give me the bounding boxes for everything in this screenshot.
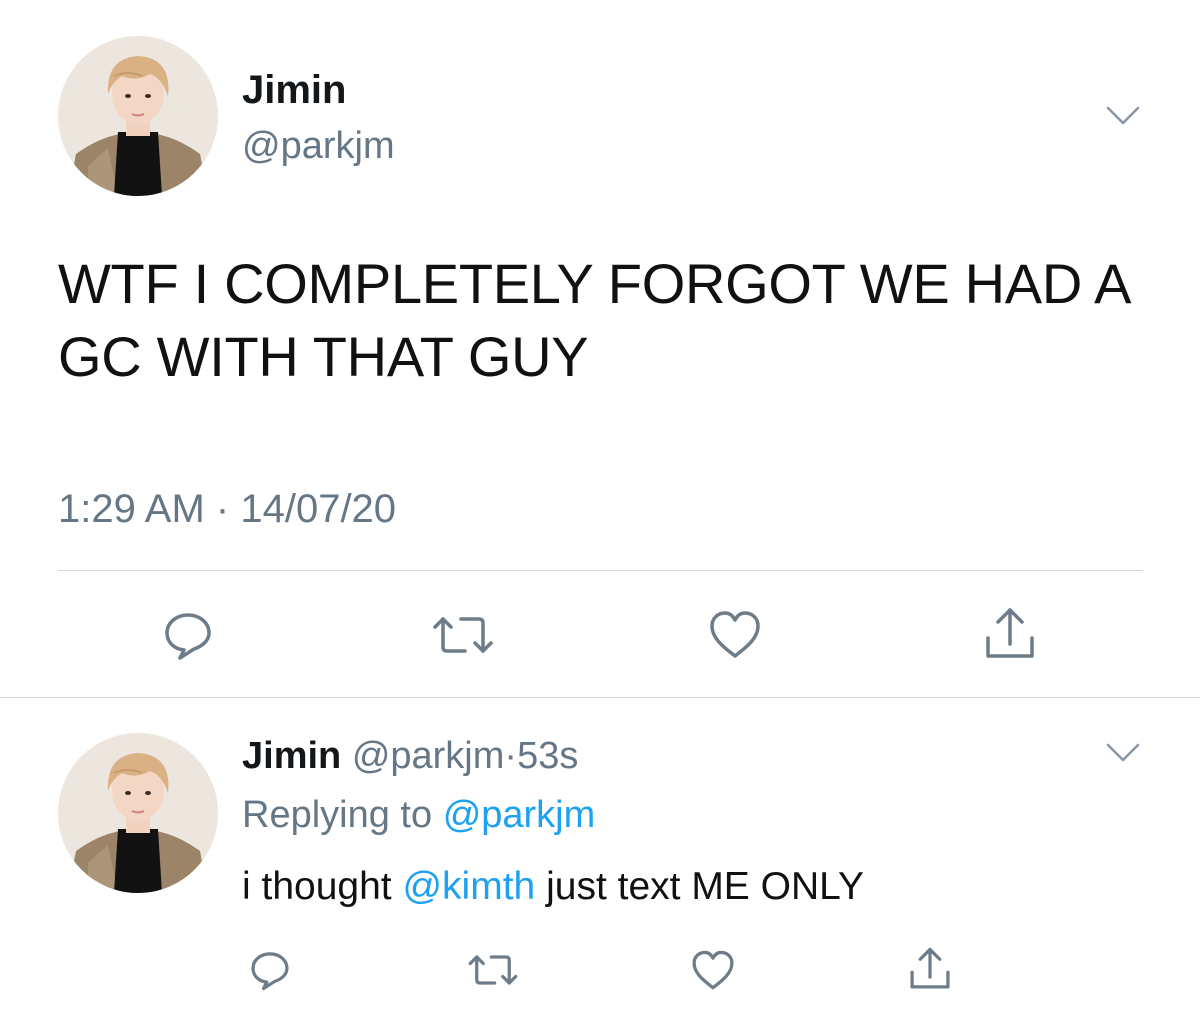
author-handle[interactable]: @parkjm (242, 127, 395, 165)
like-icon (707, 609, 763, 661)
divider (58, 570, 1143, 571)
reply-text: i thought @kimth just text ME ONLY (242, 867, 864, 906)
retweet-icon (467, 950, 519, 990)
reply-author-handle[interactable]: @parkjm (352, 735, 505, 777)
avatar[interactable] (58, 36, 218, 196)
like-button[interactable] (686, 945, 740, 995)
retweet-button[interactable] (464, 945, 522, 995)
like-button[interactable] (702, 605, 768, 665)
like-icon (690, 949, 736, 992)
replying-to: Replying to @parkjm (242, 796, 595, 834)
mention-link[interactable]: @kimth (402, 865, 535, 908)
reply-button[interactable] (158, 605, 218, 665)
chevron-down-icon[interactable] (1106, 105, 1140, 127)
share-button[interactable] (904, 943, 956, 995)
reply-text-end: just text ME ONLY (546, 865, 864, 908)
reply-author-name[interactable]: Jimin (242, 735, 341, 777)
chevron-down-icon[interactable] (1106, 742, 1140, 764)
share-button[interactable] (980, 603, 1040, 665)
reply-age[interactable]: 53s (517, 735, 578, 777)
replying-to-mention[interactable]: @parkjm (443, 794, 596, 836)
reply-icon (162, 609, 214, 661)
tweet-text: WTF I COMPLETELY FORGOT WE HAD A GC WITH… (58, 252, 1129, 388)
tweet-timestamp[interactable]: 1:29 AM · 14/07/20 (58, 487, 396, 532)
replying-to-label: Replying to (242, 794, 433, 836)
retweet-button[interactable] (428, 605, 498, 665)
tweet-date: 14/07/20 (240, 487, 397, 531)
avatar[interactable] (58, 733, 218, 893)
meta-separator: · (215, 487, 230, 531)
author-display-name[interactable]: Jimin (242, 70, 346, 110)
share-icon (908, 946, 952, 992)
meta-separator: · (504, 735, 518, 777)
tweet-time: 1:29 AM (58, 487, 205, 531)
reply-header: Jimin @parkjm·53s (242, 737, 578, 775)
retweet-icon (431, 611, 495, 659)
divider (0, 697, 1200, 698)
reply-icon (249, 949, 291, 991)
reply-button[interactable] (244, 945, 296, 995)
reply-text-start: i thought (242, 865, 392, 908)
share-icon (983, 606, 1037, 662)
